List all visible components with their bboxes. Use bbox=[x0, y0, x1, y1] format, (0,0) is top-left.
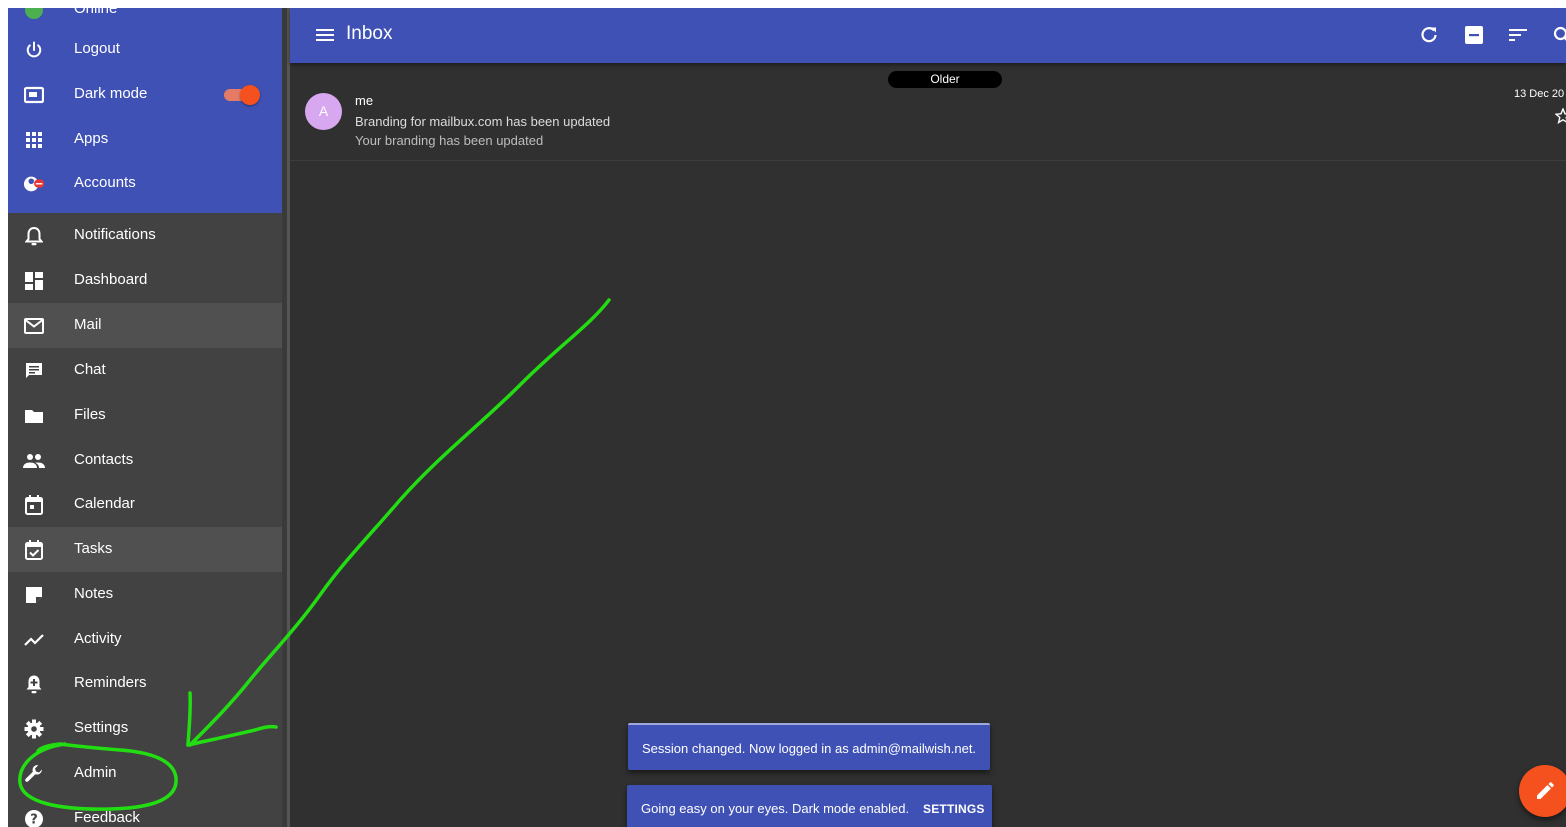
snackbar-message: Going easy on your eyes. Dark mode enabl… bbox=[641, 801, 910, 816]
message-date: 13 Dec 20 bbox=[1514, 88, 1565, 100]
sidebar-item-label: Calendar bbox=[74, 495, 135, 512]
star-icon[interactable] bbox=[1554, 107, 1566, 124]
sidebar-item-label: Settings bbox=[74, 719, 129, 736]
compose-button[interactable] bbox=[1519, 765, 1566, 817]
sidebar-item-mail[interactable]: Mail bbox=[8, 303, 282, 348]
sidebar-item-label: Files bbox=[74, 406, 106, 423]
snackbar-settings-button[interactable]: SETTINGS bbox=[923, 785, 985, 827]
power-icon bbox=[23, 39, 45, 61]
message-sender: me bbox=[355, 93, 374, 108]
sidebar-item-settings[interactable]: Settings bbox=[8, 706, 282, 751]
sidebar-item-feedback[interactable]: ? Feedback bbox=[8, 796, 282, 827]
sidebar-item-contacts[interactable]: Contacts bbox=[8, 438, 282, 483]
pencil-icon bbox=[1535, 781, 1555, 801]
sidebar-item-reminders[interactable]: Reminders bbox=[8, 661, 282, 706]
sidebar-item-chat[interactable]: Chat bbox=[8, 348, 282, 393]
sidebar-item-label: Logout bbox=[74, 40, 120, 57]
sidebar-item-label: Online bbox=[74, 8, 118, 17]
sidebar-item-label: Notifications bbox=[74, 226, 156, 243]
avatar: A bbox=[305, 93, 342, 130]
sidebar-item-label: Dark mode bbox=[74, 85, 148, 102]
message-snippet: Your branding has been updated bbox=[355, 133, 544, 148]
sidebar-item-notes[interactable]: Notes bbox=[8, 572, 282, 617]
dark-mode-toggle[interactable] bbox=[222, 85, 260, 105]
dark-mode-snackbar: Going easy on your eyes. Dark mode enabl… bbox=[627, 785, 992, 827]
sort-icon[interactable] bbox=[1506, 23, 1530, 47]
session-snackbar: Session changed. Now logged in as admin@… bbox=[628, 723, 990, 770]
calendar-icon bbox=[23, 494, 45, 516]
sidebar: Online Logout Dark mode Apps Accounts No… bbox=[8, 8, 282, 827]
sidebar-item-label: Contacts bbox=[74, 451, 134, 468]
sidebar-account-section: Online Logout Dark mode Apps Accounts bbox=[8, 8, 282, 213]
mail-app: Online Logout Dark mode Apps Accounts No… bbox=[8, 8, 1566, 827]
sidebar-item-label: Admin bbox=[74, 764, 117, 781]
bell-icon bbox=[23, 225, 45, 247]
dark-mode-icon bbox=[23, 84, 45, 106]
message-subject: Branding for mailbux.com has been update… bbox=[355, 114, 611, 129]
note-icon bbox=[23, 584, 45, 606]
people-icon bbox=[23, 450, 45, 472]
sidebar-item-label: Activity bbox=[74, 630, 122, 647]
menu-icon[interactable] bbox=[315, 24, 335, 46]
chat-icon bbox=[23, 360, 45, 382]
mail-icon bbox=[23, 315, 45, 337]
gear-icon bbox=[23, 718, 45, 740]
message-list-item[interactable]: A me Branding for mailbux.com has been u… bbox=[290, 88, 1566, 161]
wrench-icon bbox=[23, 763, 45, 785]
dashboard-icon bbox=[23, 270, 45, 292]
activity-icon bbox=[23, 629, 45, 651]
accounts-icon bbox=[23, 173, 45, 195]
sidebar-item-apps[interactable]: Apps bbox=[8, 117, 282, 162]
help-icon: ? bbox=[23, 808, 45, 827]
toggle-thumb bbox=[240, 85, 260, 105]
sidebar-item-admin[interactable]: Admin bbox=[8, 751, 282, 796]
task-check-icon bbox=[23, 539, 45, 561]
app-bar: Inbox bbox=[290, 8, 1566, 63]
apps-grid-icon bbox=[23, 129, 45, 151]
online-status-icon bbox=[23, 8, 45, 21]
sidebar-item-tasks[interactable]: Tasks bbox=[8, 527, 282, 572]
sidebar-item-label: Notes bbox=[74, 585, 114, 602]
sidebar-item-files[interactable]: Files bbox=[8, 393, 282, 438]
sidebar-item-label: Mail bbox=[74, 316, 102, 333]
search-icon[interactable] bbox=[1550, 23, 1566, 47]
sidebar-item-label: Dashboard bbox=[74, 271, 148, 288]
main-content: Inbox Older A me Branding for mailbux.co… bbox=[290, 8, 1566, 827]
reminder-bell-icon bbox=[23, 673, 45, 695]
sidebar-item-label: Reminders bbox=[74, 674, 147, 691]
svg-text:?: ? bbox=[30, 813, 38, 827]
select-icon[interactable] bbox=[1462, 23, 1486, 47]
sidebar-item-dashboard[interactable]: Dashboard bbox=[8, 258, 282, 303]
sidebar-item-notifications[interactable]: Notifications bbox=[8, 213, 282, 258]
refresh-icon[interactable] bbox=[1417, 23, 1441, 47]
sidebar-item-accounts[interactable]: Accounts bbox=[8, 161, 282, 206]
page-title: Inbox bbox=[346, 23, 393, 44]
snackbar-message: Session changed. Now logged in as admin@… bbox=[642, 741, 977, 756]
sidebar-item-label: Accounts bbox=[74, 174, 136, 191]
sidebar-item-label: Feedback bbox=[74, 809, 140, 826]
sidebar-item-calendar[interactable]: Calendar bbox=[8, 482, 282, 527]
folder-icon bbox=[23, 405, 45, 427]
sidebar-item-label: Chat bbox=[74, 361, 106, 378]
sidebar-item-logout[interactable]: Logout bbox=[8, 27, 282, 72]
sidebar-item-activity[interactable]: Activity bbox=[8, 617, 282, 662]
sidebar-item-label: Apps bbox=[74, 130, 109, 147]
date-group-chip: Older bbox=[888, 71, 1002, 88]
sidebar-item-label: Tasks bbox=[74, 540, 113, 557]
